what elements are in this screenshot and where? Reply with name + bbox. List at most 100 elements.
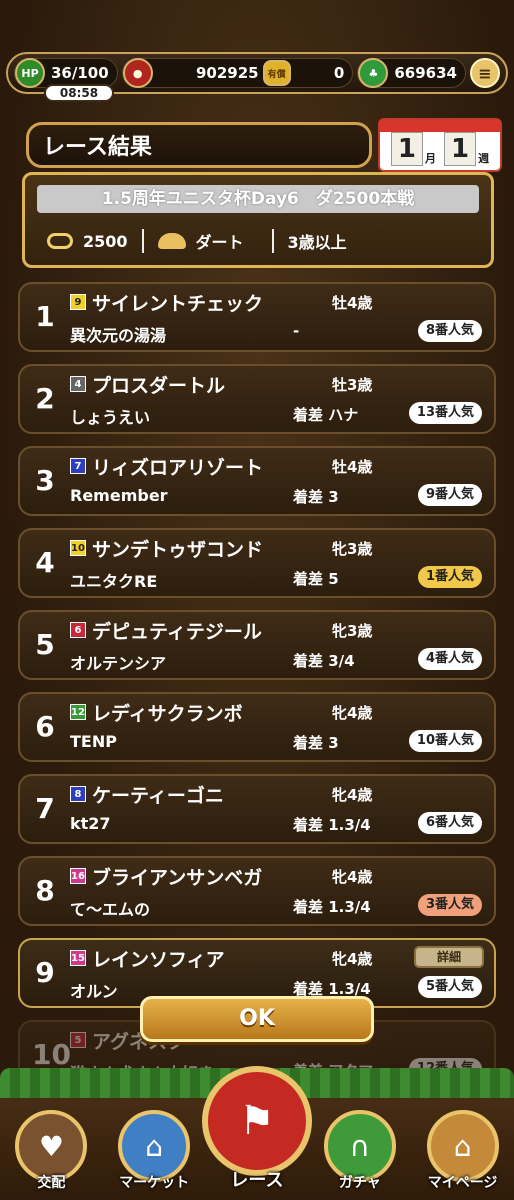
results-list[interactable]: 1 9 サイレントチェック 牡4歳 異次元の湯湯 -8番人気 2 4 プロスダートル 牡3歳 しょう… xyxy=(18,282,496,1102)
sex-age: 牡3歳 xyxy=(332,376,373,394)
result-row[interactable]: 5 6 デピュティテジール 牝3歳 オルテンシア 着差 3/4 4番人気 xyxy=(18,610,496,680)
nav-label: マーケット xyxy=(119,1175,190,1191)
nav-item[interactable]: ∩ ガチャ xyxy=(318,1110,402,1192)
popularity-badge: 3番人気 xyxy=(417,894,482,916)
sex-age: 牡4歳 xyxy=(332,294,373,312)
finish-margin: 着差 3 xyxy=(293,734,339,752)
nav-item[interactable]: ⌂ マイページ xyxy=(421,1110,505,1192)
gate-number-badge: 8 xyxy=(70,786,86,802)
divider xyxy=(271,229,274,253)
result-row[interactable]: 2 4 プロスダートル 牡3歳 しょうえい 着差 ハナ 13番人気 xyxy=(18,364,496,434)
race-name: 1.5周年ユニスタ杯Day6 ダ2500本戦 xyxy=(37,185,479,213)
result-row[interactable]: 3 7 リィズロアリゾート 牡4歳 Remember 着差 3 9番人気 xyxy=(18,446,496,516)
horse-name: ブライアンサンベガ xyxy=(92,867,263,889)
sex-age: 牝4歳 xyxy=(332,868,373,886)
finish-margin: 着差 3 xyxy=(293,488,339,506)
sex-age: 牝3歳 xyxy=(332,622,373,640)
finish-rank: 1 xyxy=(35,300,55,333)
nav-label: マイページ xyxy=(427,1175,498,1191)
owner-name: kt27 xyxy=(70,814,111,833)
finish-rank: 6 xyxy=(35,710,55,743)
popularity-badge: 13番人気 xyxy=(408,402,482,424)
result-row[interactable]: 6 12 レディサクランボ 牝4歳 TENP 着差 3 10番人気 xyxy=(18,692,496,762)
clover-icon: ♣ xyxy=(358,58,389,88)
paid-ticket-icon: 有償 xyxy=(262,60,291,86)
owner-name: て～エムの xyxy=(70,900,151,919)
horse-name: レディサクランボ xyxy=(92,703,243,725)
gate-number-badge: 12 xyxy=(70,704,86,720)
gate-number-badge: 15 xyxy=(70,950,86,966)
gate-number-badge: 9 xyxy=(70,294,86,310)
owner-name: ユニタクRE xyxy=(70,572,158,591)
nav-item[interactable]: ♥ 交配 xyxy=(9,1110,93,1192)
race-info-panel: 1.5周年ユニスタ杯Day6 ダ2500本戦 2500 ダート 3歳以上 xyxy=(22,172,494,268)
finish-margin: - xyxy=(293,322,300,340)
nav-label: レース xyxy=(230,1170,284,1191)
race-distance: 2500 xyxy=(83,231,128,251)
nav-label: ガチャ xyxy=(338,1175,381,1191)
nav-item[interactable]: ⌂ マーケット xyxy=(112,1110,196,1192)
ok-button[interactable]: OK xyxy=(140,996,374,1042)
finish-rank: 10 xyxy=(32,1038,71,1071)
popularity-badge: 8番人気 xyxy=(417,320,482,342)
sex-age: 牝4歳 xyxy=(332,950,373,968)
month-number: 1 xyxy=(390,132,423,166)
horse-name: サンデトゥザコンド xyxy=(92,539,264,561)
owner-name: TENP xyxy=(70,732,117,751)
result-row[interactable]: 8 16 ブライアンサンベガ 牝4歳 て～エムの 着差 1.3/4 3番人気 xyxy=(18,856,496,926)
track-icon xyxy=(47,233,73,249)
gate-number-badge: 4 xyxy=(70,376,86,392)
owner-name: オルン xyxy=(70,982,118,1001)
finish-rank: 3 xyxy=(35,464,55,497)
popularity-badge: 5番人気 xyxy=(417,976,482,998)
finish-rank: 9 xyxy=(35,956,55,989)
hp-value: 36/100 xyxy=(51,64,109,82)
menu-icon[interactable]: ≡ xyxy=(470,58,500,88)
calendar-week: 1 週 xyxy=(444,132,489,166)
result-row[interactable]: 7 8 ケーティーゴニ 牝4歳 kt27 着差 1.3/4 6番人気 xyxy=(18,774,496,844)
owner-name: 異次元の湯湯 xyxy=(70,326,167,345)
checkered-flag-icon[interactable]: ⚑ xyxy=(201,1066,312,1176)
ticket-label: 有償 xyxy=(267,69,286,80)
horse-name: サイレントチェック xyxy=(92,293,264,315)
week-number: 1 xyxy=(444,132,477,166)
gate-number-badge: 10 xyxy=(70,540,86,556)
nav-label: 交配 xyxy=(37,1175,66,1191)
finish-rank: 4 xyxy=(35,546,55,579)
calendar: 1 月 1 週 xyxy=(378,118,502,172)
nav-item[interactable]: ⚑ レース xyxy=(201,1066,312,1192)
finish-margin: 着差 5 xyxy=(293,570,339,588)
finish-margin: 着差 ハナ xyxy=(293,406,359,424)
gate-number-badge: 6 xyxy=(70,622,86,638)
owner-name: しょうえい xyxy=(70,408,151,427)
carrot-icon: ● xyxy=(122,58,153,88)
detail-button[interactable]: 詳細 xyxy=(414,946,484,968)
finish-margin: 着差 3/4 xyxy=(293,652,355,670)
finish-rank: 2 xyxy=(35,382,55,415)
finish-rank: 5 xyxy=(35,628,55,661)
finish-rank: 7 xyxy=(35,792,55,825)
horse-name: レインソフィア xyxy=(92,949,225,971)
sex-age: 牝3歳 xyxy=(332,540,373,558)
gate-number-badge: 16 xyxy=(70,868,86,884)
ticket-value: 0 xyxy=(333,64,345,82)
clover-value: 669634 xyxy=(394,64,457,82)
hp-plus-icon[interactable]: HP xyxy=(15,58,45,88)
horse-name: デピュティテジール xyxy=(92,621,262,643)
sex-age: 牝4歳 xyxy=(332,786,373,804)
horse-name: リィズロアリゾート xyxy=(92,457,264,479)
horse-name: ケーティーゴニ xyxy=(92,785,224,807)
race-surface: ダート xyxy=(195,233,244,252)
result-row[interactable]: 4 10 サンデトゥザコンド 牝3歳 ユニタクRE 着差 5 1番人気 xyxy=(18,528,496,598)
gate-number-badge: 5 xyxy=(70,1032,86,1048)
month-unit: 月 xyxy=(425,152,436,165)
calendar-month: 1 月 xyxy=(390,132,436,166)
finish-margin: 着差 1.3/4 xyxy=(293,898,371,916)
finish-margin: 着差 1.3/4 xyxy=(293,816,371,834)
hp-timer: 08:58 xyxy=(44,84,114,102)
clover-stat: ♣ 669634 xyxy=(357,58,466,88)
race-condition: 3歳以上 xyxy=(287,233,347,252)
result-row[interactable]: 1 9 サイレントチェック 牡4歳異次元の湯湯 - 8番人気 xyxy=(18,282,496,352)
popularity-badge: 6番人気 xyxy=(417,812,482,834)
popularity-badge: 9番人気 xyxy=(417,484,482,506)
